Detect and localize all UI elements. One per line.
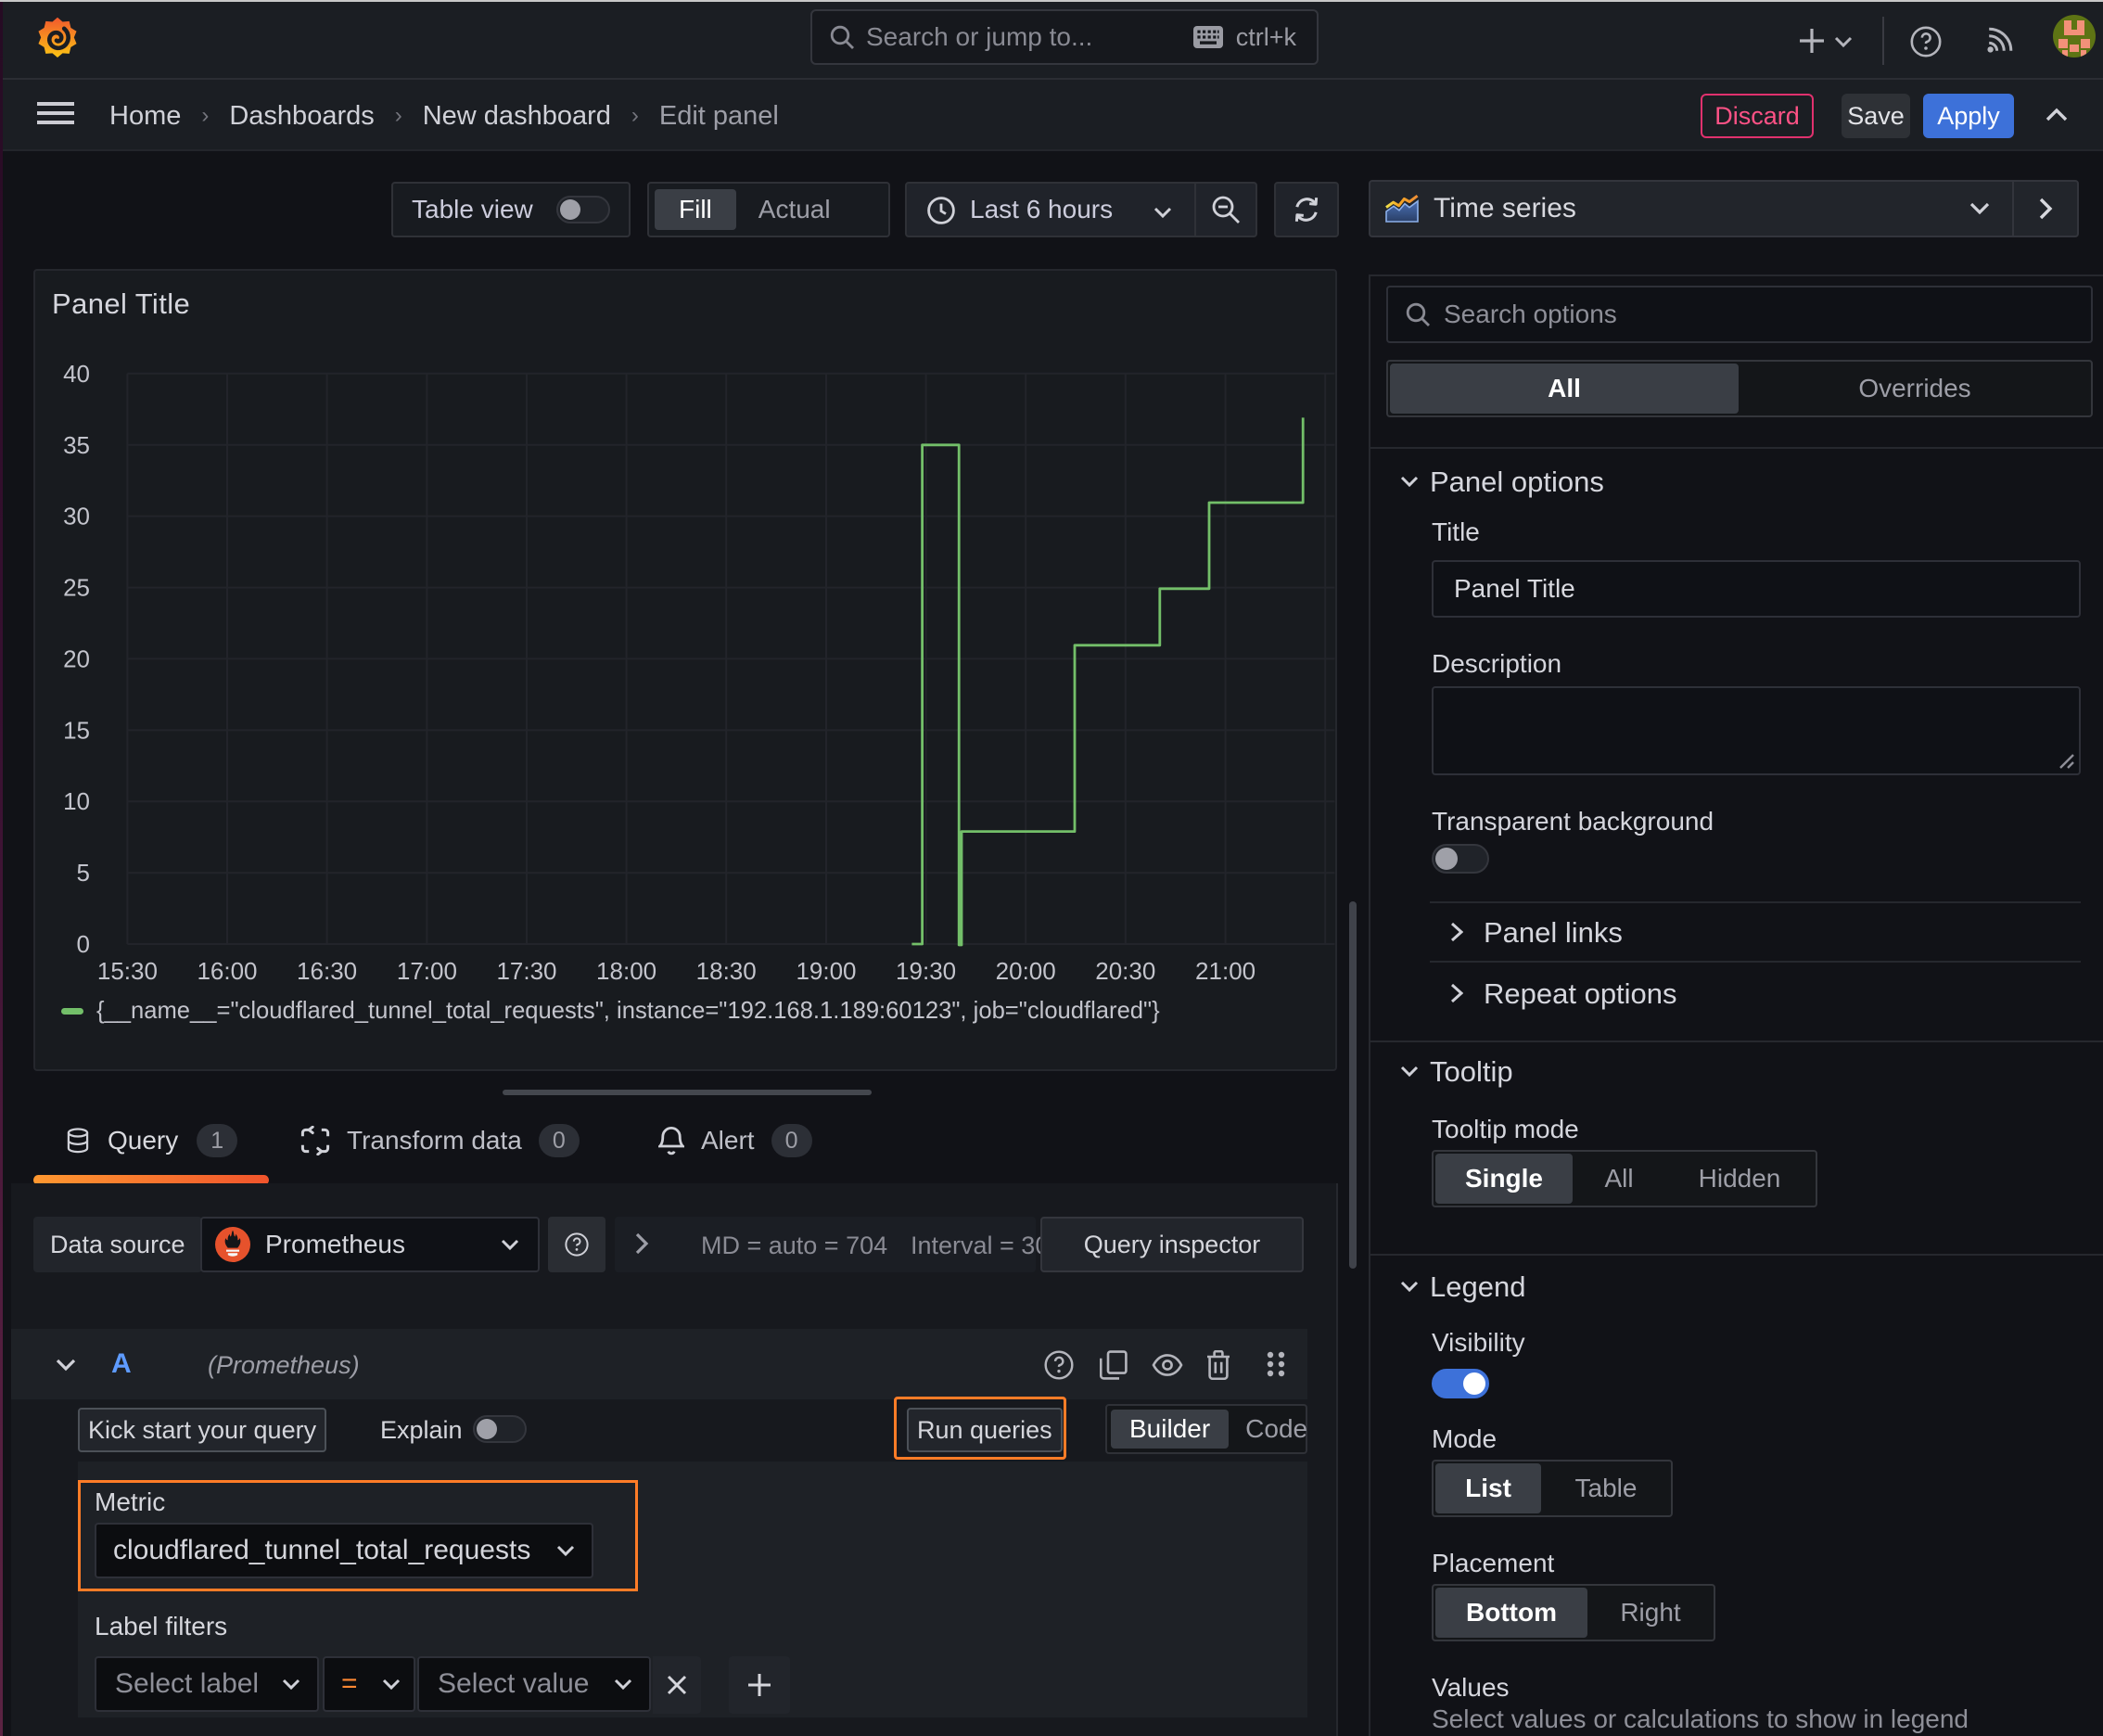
svg-text:40: 40 <box>63 360 90 388</box>
svg-text:0: 0 <box>77 930 90 958</box>
svg-text:21:00: 21:00 <box>1195 957 1255 985</box>
svg-text:16:00: 16:00 <box>197 957 257 985</box>
svg-text:25: 25 <box>63 574 90 602</box>
svg-text:17:00: 17:00 <box>397 957 457 985</box>
svg-text:18:00: 18:00 <box>596 957 656 985</box>
svg-text:17:30: 17:30 <box>496 957 556 985</box>
svg-text:5: 5 <box>77 859 90 887</box>
svg-text:35: 35 <box>63 431 90 459</box>
svg-text:30: 30 <box>63 503 90 530</box>
svg-text:10: 10 <box>63 787 90 815</box>
svg-text:20:00: 20:00 <box>996 957 1056 985</box>
svg-text:19:00: 19:00 <box>796 957 856 985</box>
svg-text:18:30: 18:30 <box>696 957 757 985</box>
svg-text:16:30: 16:30 <box>297 957 357 985</box>
svg-text:19:30: 19:30 <box>896 957 956 985</box>
svg-text:20: 20 <box>63 645 90 672</box>
svg-text:20:30: 20:30 <box>1095 957 1155 985</box>
svg-text:15: 15 <box>63 716 90 744</box>
svg-text:15:30: 15:30 <box>97 957 158 985</box>
